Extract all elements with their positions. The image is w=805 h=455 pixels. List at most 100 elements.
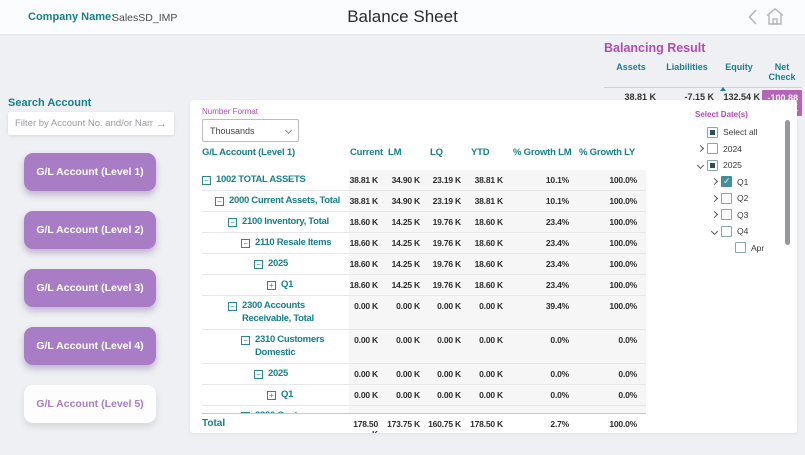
value-cell: 0.00 K (349, 296, 382, 329)
account-name[interactable]: 2025 (268, 368, 288, 381)
date-item-label[interactable]: Select all (723, 127, 758, 137)
partial-checkbox[interactable] (707, 160, 718, 171)
chevron-right-icon[interactable] (710, 195, 717, 202)
value-cell: 0.00 K (382, 364, 424, 384)
gl-account-level-4-button[interactable]: G/L Account (Level 4) (24, 327, 156, 365)
value-cell: 100.0% (573, 296, 646, 329)
date-item-label[interactable]: Q2 (737, 193, 748, 203)
gl-account-level-3-button[interactable]: G/L Account (Level 3) (24, 269, 156, 307)
account-name[interactable]: 2100 Inventory, Total (242, 216, 329, 229)
value-cell: 0.0% (573, 385, 646, 405)
date-item-label[interactable]: 2024 (723, 144, 742, 154)
date-tree-item-apr: Apr (721, 240, 785, 257)
value-cell: 18.60 K (349, 212, 382, 232)
account-name[interactable]: Q1 (281, 389, 293, 402)
chevron-down-icon[interactable] (696, 162, 703, 169)
account-name[interactable]: 2025 (268, 258, 288, 271)
matrix-column-header-lq[interactable]: LQ (424, 147, 465, 169)
search-account-input[interactable]: Filter by Account No. and/or Name → (8, 112, 174, 135)
select-dates-title: Select Date(s) (695, 110, 748, 119)
balancing-col-header-equity[interactable]: Equity (716, 62, 762, 87)
back-chevron-icon[interactable] (748, 9, 757, 30)
expand-plus-icon[interactable]: + (267, 281, 276, 290)
account-name[interactable]: 2300 Accounts Receivable, Total (242, 300, 349, 325)
value-cell: 100.0% (573, 212, 646, 232)
unchecked-checkbox[interactable] (721, 209, 732, 220)
matrix-column-header-growth-lm[interactable]: % Growth LM (507, 147, 573, 169)
value-cell: 0.00 K (465, 330, 507, 363)
value-cell: 0.00 K (382, 330, 424, 363)
unchecked-checkbox[interactable] (735, 242, 746, 253)
row-values: 0.00 K0.00 K0.00 K0.00 K0.0%0.0% (349, 330, 646, 363)
value-cell: 34.90 K (382, 170, 424, 190)
row-values: 0.00 K0.00 K0.00 K0.00 K0.0%0.0% (349, 385, 646, 405)
unchecked-checkbox[interactable] (721, 193, 732, 204)
chevron-right-icon[interactable] (710, 211, 717, 218)
collapse-minus-icon[interactable]: − (241, 239, 250, 248)
matrix-column-header-current[interactable]: Current (349, 147, 382, 169)
collapse-minus-icon[interactable]: − (254, 260, 263, 269)
value-cell: 10.1% (507, 170, 573, 190)
matrix-total-row: Total 178.50 K173.75 K160.75 K178.50 K2.… (202, 413, 646, 433)
search-arrow-icon[interactable]: → (156, 118, 167, 130)
collapse-minus-icon[interactable]: − (241, 336, 250, 345)
date-tree-item-q1: Q1 (707, 174, 785, 191)
value-cell: 0.00 K (349, 330, 382, 363)
chevron-down-icon[interactable] (710, 228, 717, 235)
date-slicer-scrollbar[interactable] (785, 120, 790, 245)
date-item-label[interactable]: Q4 (737, 226, 748, 236)
balancing-col-header-liabilities[interactable]: Liabilities (658, 62, 716, 87)
balancing-col-header-assets[interactable]: Assets (604, 62, 658, 87)
matrix-column-header-lm[interactable]: LM (382, 147, 424, 169)
value-cell: 18.60 K (465, 275, 507, 295)
unchecked-checkbox[interactable] (707, 143, 718, 154)
chevron-slot (707, 196, 721, 201)
value-cell: 23.4% (507, 254, 573, 274)
value-cell: 0.00 K (382, 296, 424, 329)
value-cell: 0.0% (507, 330, 573, 363)
gl-account-level-1-button[interactable]: G/L Account (Level 1) (24, 153, 156, 191)
value-cell: 38.81 K (349, 170, 382, 190)
home-icon[interactable] (765, 7, 785, 31)
date-item-label[interactable]: Apr (751, 243, 764, 253)
checked-checkbox[interactable] (721, 176, 732, 187)
date-tree-item-q4: Q4 (707, 223, 785, 240)
account-name[interactable]: 2000 Current Assets, Total (229, 195, 340, 208)
unchecked-checkbox[interactable] (721, 226, 732, 237)
account-name[interactable]: Q1 (281, 279, 293, 292)
matrix-row-clipped: −2320 Customers Foreign0.00 K0.00 K0.00 … (202, 406, 646, 413)
date-tree-item-select-all: Select all (693, 124, 785, 141)
matrix-column-header-ytd[interactable]: YTD (465, 147, 507, 169)
collapse-minus-icon[interactable]: − (215, 197, 224, 206)
matrix-column-header-growth-ly[interactable]: % Growth LY (573, 147, 646, 169)
matrix-row: +Q118.60 K14.25 K19.76 K18.60 K23.4%100.… (202, 275, 646, 296)
balancing-col-header-net-check[interactable]: Net Check (762, 62, 802, 87)
collapse-minus-icon[interactable]: − (228, 302, 237, 311)
account-name[interactable]: 2310 Customers Domestic (255, 334, 349, 359)
chevron-slot (707, 229, 721, 234)
date-item-label[interactable]: 2025 (723, 160, 742, 170)
gl-account-level-2-button[interactable]: G/L Account (Level 2) (24, 211, 156, 249)
value-cell: 38.81 K (465, 170, 507, 190)
collapse-minus-icon[interactable]: − (202, 176, 211, 185)
date-item-label[interactable]: Q1 (737, 177, 748, 187)
account-name[interactable]: 1002 TOTAL ASSETS (216, 174, 306, 187)
number-format-dropdown[interactable]: Thousands (202, 119, 299, 142)
account-name[interactable]: 2110 Resale Items (255, 237, 331, 250)
row-values: 0.00 K0.00 K0.00 K0.00 K39.4%100.0% (349, 296, 646, 329)
collapse-minus-icon[interactable]: − (254, 370, 263, 379)
expand-plus-icon[interactable]: + (267, 391, 276, 400)
chevron-right-icon[interactable] (696, 145, 703, 152)
value-cell: 0.00 K (382, 406, 424, 413)
date-tree-item-q2: Q2 (707, 190, 785, 207)
partial-checkbox[interactable] (707, 127, 718, 138)
row-values: 38.81 K34.90 K23.19 K38.81 K10.1%100.0% (349, 191, 646, 211)
value-cell: 23.4% (507, 275, 573, 295)
collapse-minus-icon[interactable]: − (228, 218, 237, 227)
chevron-right-icon[interactable] (710, 178, 717, 185)
value-cell: 0.00 K (465, 385, 507, 405)
matrix-row: −2110 Resale Items18.60 K14.25 K19.76 K1… (202, 233, 646, 254)
matrix-account-column-header[interactable]: G/L Account (Level 1) (202, 147, 349, 169)
gl-account-level-5-button[interactable]: G/L Account (Level 5) (24, 385, 156, 423)
date-item-label[interactable]: Q3 (737, 210, 748, 220)
